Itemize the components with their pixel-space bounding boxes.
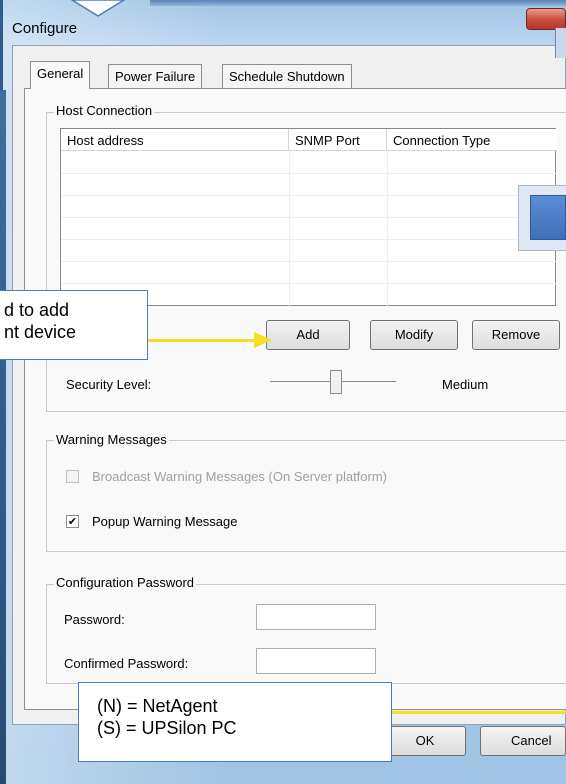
arrow-head-icon xyxy=(254,332,272,348)
warning-messages-title: Warning Messages xyxy=(54,432,169,447)
tab-schedule-shutdown[interactable]: Schedule Shutdown xyxy=(222,64,352,88)
host-list[interactable]: Host address SNMP Port Connection Type xyxy=(60,128,557,307)
legend-callout: (N) = NetAgent (S) = UPSilon PC xyxy=(78,682,392,762)
security-slider-thumb[interactable] xyxy=(330,370,342,394)
popup-checkbox[interactable]: ✔ xyxy=(66,515,79,528)
security-level-label: Security Level: xyxy=(66,377,152,392)
ok-button[interactable]: OK xyxy=(384,726,466,756)
window-close-button[interactable] xyxy=(526,8,566,30)
cancel-button[interactable]: Cancel xyxy=(480,726,566,756)
security-level-value: Medium xyxy=(442,377,489,392)
grid-line xyxy=(61,239,557,240)
confirm-password-input[interactable] xyxy=(256,648,376,674)
background-window-strip xyxy=(150,0,566,6)
confirm-password-label: Confirmed Password: xyxy=(64,656,189,671)
add-button[interactable]: Add xyxy=(266,320,350,350)
grid-line xyxy=(61,217,557,218)
add-note-line2: nt device xyxy=(4,322,77,342)
frame-right-edge xyxy=(555,28,566,58)
host-connection-title: Host Connection xyxy=(54,103,155,118)
config-password-title: Configuration Password xyxy=(54,575,197,590)
legend-arrow-line xyxy=(392,711,566,714)
add-note-line1: d to add xyxy=(4,300,70,320)
add-device-callout: d to add nt device xyxy=(0,290,148,360)
column-host-address[interactable]: Host address xyxy=(61,129,289,151)
window-title: Configure xyxy=(12,20,78,37)
tab-general[interactable]: General xyxy=(30,61,91,89)
tab-power-failure[interactable]: Power Failure xyxy=(108,64,203,88)
column-connection-type[interactable]: Connection Type xyxy=(387,129,557,151)
broadcast-label: Broadcast Warning Messages (On Server pl… xyxy=(92,469,388,484)
legend-line2: (S) = UPSilon PC xyxy=(97,718,237,738)
callout-pointer-icon xyxy=(70,0,126,17)
password-label: Password: xyxy=(64,612,125,627)
add-arrow-line xyxy=(148,339,258,342)
grid-line xyxy=(61,195,557,196)
grid-line xyxy=(61,283,557,284)
warning-messages-group xyxy=(46,440,566,552)
grid-line xyxy=(61,173,557,174)
modify-button[interactable]: Modify xyxy=(370,320,458,350)
column-snmp-port[interactable]: SNMP Port xyxy=(289,129,387,151)
remove-button[interactable]: Remove xyxy=(472,320,560,350)
broadcast-checkbox[interactable] xyxy=(66,470,79,483)
frame-left-edge xyxy=(0,90,6,784)
password-input[interactable] xyxy=(256,604,376,630)
overlay-blue-block xyxy=(530,195,566,240)
popup-label: Popup Warning Message xyxy=(92,514,238,529)
legend-line1: (N) = NetAgent xyxy=(97,696,218,716)
grid-line xyxy=(61,261,557,262)
